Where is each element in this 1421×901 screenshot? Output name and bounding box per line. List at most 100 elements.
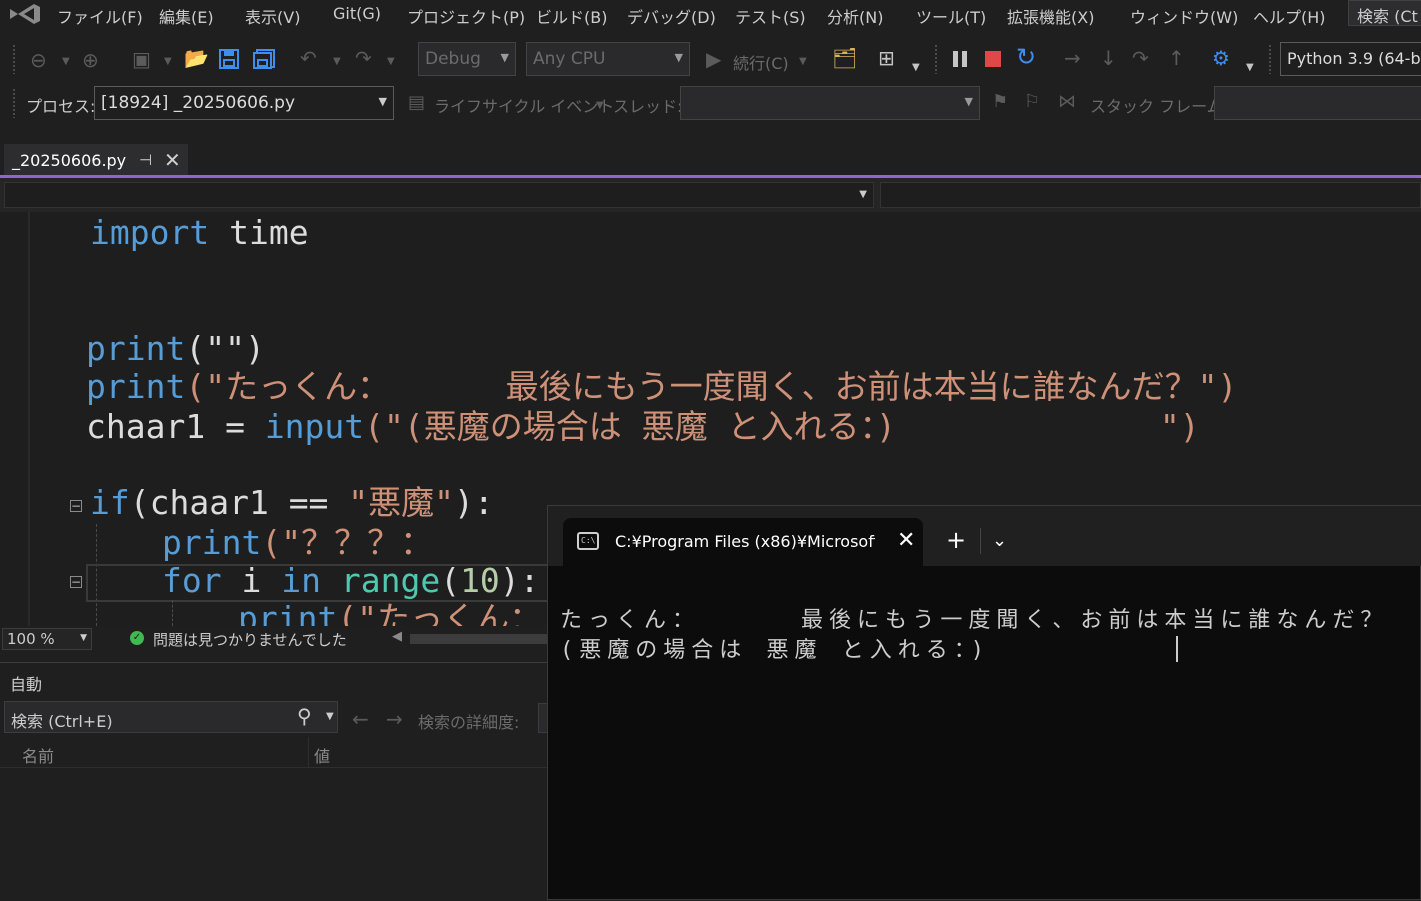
terminal-prompt-line: (悪魔の場合は 悪魔 と入れる：) bbox=[560, 638, 990, 663]
issues-status[interactable]: 問題は見つかりませんでした bbox=[153, 629, 347, 650]
search-previous-icon[interactable]: ← bbox=[352, 707, 369, 731]
keyword-in: in bbox=[281, 561, 321, 600]
pin-icon[interactable]: ⊣ bbox=[139, 151, 152, 169]
platform-combo[interactable]: Any CPU ▼ bbox=[526, 42, 690, 76]
search-next-icon[interactable]: → bbox=[386, 707, 403, 731]
redo-dropdown-icon[interactable]: ▼ bbox=[387, 52, 395, 72]
string-literal: ("(悪魔の場合は 悪魔 と入れる：) ") bbox=[364, 407, 1200, 446]
zoom-value: 100 % bbox=[7, 630, 55, 648]
lifecycle-events-button[interactable]: ライフサイクル イベント bbox=[434, 93, 614, 117]
restart-icon[interactable]: ↻ bbox=[1016, 45, 1036, 69]
new-dropdown-icon[interactable]: ▼ bbox=[164, 52, 172, 72]
menu-project[interactable]: プロジェクト(P) bbox=[407, 4, 525, 28]
column-name-header[interactable]: 名前 bbox=[22, 743, 54, 767]
save-icon[interactable] bbox=[218, 48, 240, 70]
new-tab-plus-icon[interactable]: + bbox=[946, 526, 966, 554]
console-icon: C:\ bbox=[577, 532, 599, 550]
search-depth-label: 検索の詳細度: bbox=[418, 713, 520, 732]
back-dropdown-icon[interactable]: ▼ bbox=[62, 52, 70, 72]
lifecycle-dropdown-icon[interactable]: ▼ bbox=[596, 96, 604, 116]
continue-play-icon[interactable]: ▶ bbox=[706, 49, 721, 69]
diagnostic-dropdown-icon[interactable]: ▼ bbox=[1246, 58, 1254, 78]
toolbar-grip[interactable] bbox=[1268, 44, 1272, 74]
zoom-combo[interactable]: 100 % ▼ bbox=[2, 628, 92, 650]
column-value-header[interactable]: 値 bbox=[314, 743, 330, 767]
undo-icon[interactable]: ↶ bbox=[300, 48, 317, 68]
menu-debug[interactable]: デバッグ(D) bbox=[627, 4, 716, 28]
close-terminal-tab-icon[interactable]: ✕ bbox=[897, 528, 915, 553]
flag-threads-icon[interactable]: ⚐ bbox=[1024, 92, 1040, 112]
document-tab[interactable]: _20250606.py ⊣ ✕ bbox=[4, 144, 188, 176]
autos-column-header: 名前 値 bbox=[0, 737, 560, 768]
lifecycle-events-icon[interactable]: ▤ bbox=[408, 93, 425, 113]
show-next-statement-icon[interactable]: → bbox=[1064, 48, 1081, 68]
terminal-titlebar[interactable]: C:\ C:¥Program Files (x86)¥Microsoft Vis… bbox=[548, 506, 1421, 566]
fold-collapse-if-icon[interactable]: − bbox=[70, 500, 82, 512]
menu-tools[interactable]: ツール(T) bbox=[916, 4, 986, 28]
menu-edit[interactable]: 編集(E) bbox=[159, 4, 214, 28]
pause-icon[interactable] bbox=[950, 50, 970, 68]
if-close: ): bbox=[454, 483, 494, 522]
menu-build[interactable]: ビルド(B) bbox=[536, 4, 607, 28]
column-separator[interactable] bbox=[308, 737, 309, 767]
module-name: time bbox=[209, 213, 309, 252]
menu-analyze[interactable]: 分析(N) bbox=[827, 4, 883, 28]
step-out-icon[interactable]: ↑ bbox=[1168, 48, 1185, 68]
terminal-tab[interactable]: C:\ C:¥Program Files (x86)¥Microsoft Vis… bbox=[563, 518, 923, 566]
menu-git[interactable]: Git(G) bbox=[333, 4, 381, 23]
open-file-icon[interactable]: 📂 bbox=[184, 48, 209, 68]
continue-dropdown-icon[interactable]: ▼ bbox=[799, 52, 807, 72]
autos-search-input[interactable]: 検索 (Ctrl+E) ⚲ ▼ bbox=[4, 701, 338, 733]
undo-dropdown-icon[interactable]: ▼ bbox=[333, 52, 341, 72]
horizontal-scrollbar[interactable] bbox=[410, 634, 560, 644]
navigation-scope-combo[interactable]: ▼ bbox=[4, 182, 874, 208]
toolbar-grip[interactable] bbox=[12, 88, 16, 118]
show-threads-in-source-icon[interactable]: ⋈ bbox=[1058, 92, 1076, 112]
toolbar-grip[interactable] bbox=[934, 44, 938, 74]
terminal-divider bbox=[980, 528, 981, 554]
navigate-forward-icon[interactable]: ⊕ bbox=[82, 50, 99, 70]
terminal-dropdown-chevron-icon[interactable]: ⌄ bbox=[992, 530, 1007, 551]
terminal-window[interactable]: C:\ C:¥Program Files (x86)¥Microsoft Vis… bbox=[547, 505, 1421, 900]
thread-combo[interactable]: ▼ bbox=[680, 86, 980, 120]
navigate-back-icon[interactable]: ⊖ bbox=[30, 50, 47, 70]
process-combo[interactable]: [18924] _20250606.py ▼ bbox=[94, 86, 394, 120]
toggle-current-thread-flag-icon[interactable]: ⚑ bbox=[992, 92, 1008, 112]
step-over-icon[interactable]: ↷ bbox=[1132, 48, 1149, 68]
diagnostic-tools-icon[interactable]: ⚙ bbox=[1212, 48, 1230, 68]
menu-file[interactable]: ファイル(F) bbox=[57, 4, 143, 28]
code-line-print-empty: print("") bbox=[86, 330, 265, 368]
menu-help[interactable]: ヘルプ(H) bbox=[1253, 4, 1326, 28]
open-folder-browse-icon[interactable]: 🗂 bbox=[832, 48, 857, 68]
menu-window[interactable]: ウィンドウ(W) bbox=[1130, 4, 1238, 28]
new-project-icon[interactable]: ▣ bbox=[132, 49, 151, 69]
menu-view[interactable]: 表示(V) bbox=[245, 4, 300, 28]
save-all-icon[interactable] bbox=[252, 48, 276, 70]
continue-button[interactable]: 続行(C) bbox=[733, 50, 789, 74]
toolbar-grip[interactable] bbox=[12, 44, 16, 74]
stack-frame-combo[interactable] bbox=[1214, 86, 1421, 120]
browser-link-icon[interactable]: ⊞ bbox=[878, 48, 895, 68]
stop-debugging-icon[interactable] bbox=[984, 50, 1002, 68]
redo-icon[interactable]: ↷ bbox=[355, 48, 372, 68]
close-tab-icon[interactable]: ✕ bbox=[164, 148, 181, 172]
configuration-combo[interactable]: Debug ▼ bbox=[418, 42, 516, 76]
chevron-down-icon[interactable]: ▼ bbox=[326, 711, 334, 722]
navigation-member-combo[interactable] bbox=[880, 182, 1421, 208]
code-line-print-question: print("たっくん： 最後にもう一度聞く、お前は本当に誰なんだ？") bbox=[86, 368, 1237, 406]
code-line-print-unknown: print("？？？： bbox=[162, 524, 433, 562]
python-environment-combo[interactable]: Python 3.9 (64-bi bbox=[1280, 42, 1421, 76]
no-issues-check-icon[interactable]: ✓ bbox=[130, 631, 144, 645]
chevron-down-icon: ▼ bbox=[964, 95, 973, 108]
browser-link-dropdown-icon[interactable]: ▼ bbox=[912, 58, 920, 78]
fold-collapse-for-icon[interactable]: − bbox=[70, 576, 82, 588]
step-into-icon[interactable]: ↓ bbox=[1100, 48, 1117, 68]
menu-extensions[interactable]: 拡張機能(X) bbox=[1007, 4, 1094, 28]
scroll-left-icon[interactable]: ◀ bbox=[392, 629, 402, 644]
search-icon[interactable]: ⚲ bbox=[297, 704, 312, 728]
autos-panel: 自動 検索 (Ctrl+E) ⚲ ▼ ← → 検索の詳細度: 名前 値 bbox=[0, 662, 560, 901]
python-environment-value: Python 3.9 (64-bi bbox=[1287, 49, 1421, 68]
global-search-box[interactable]: 検索 (Ct bbox=[1348, 0, 1421, 26]
menu-test[interactable]: テスト(S) bbox=[735, 4, 806, 28]
builtin-input: input bbox=[264, 407, 365, 446]
